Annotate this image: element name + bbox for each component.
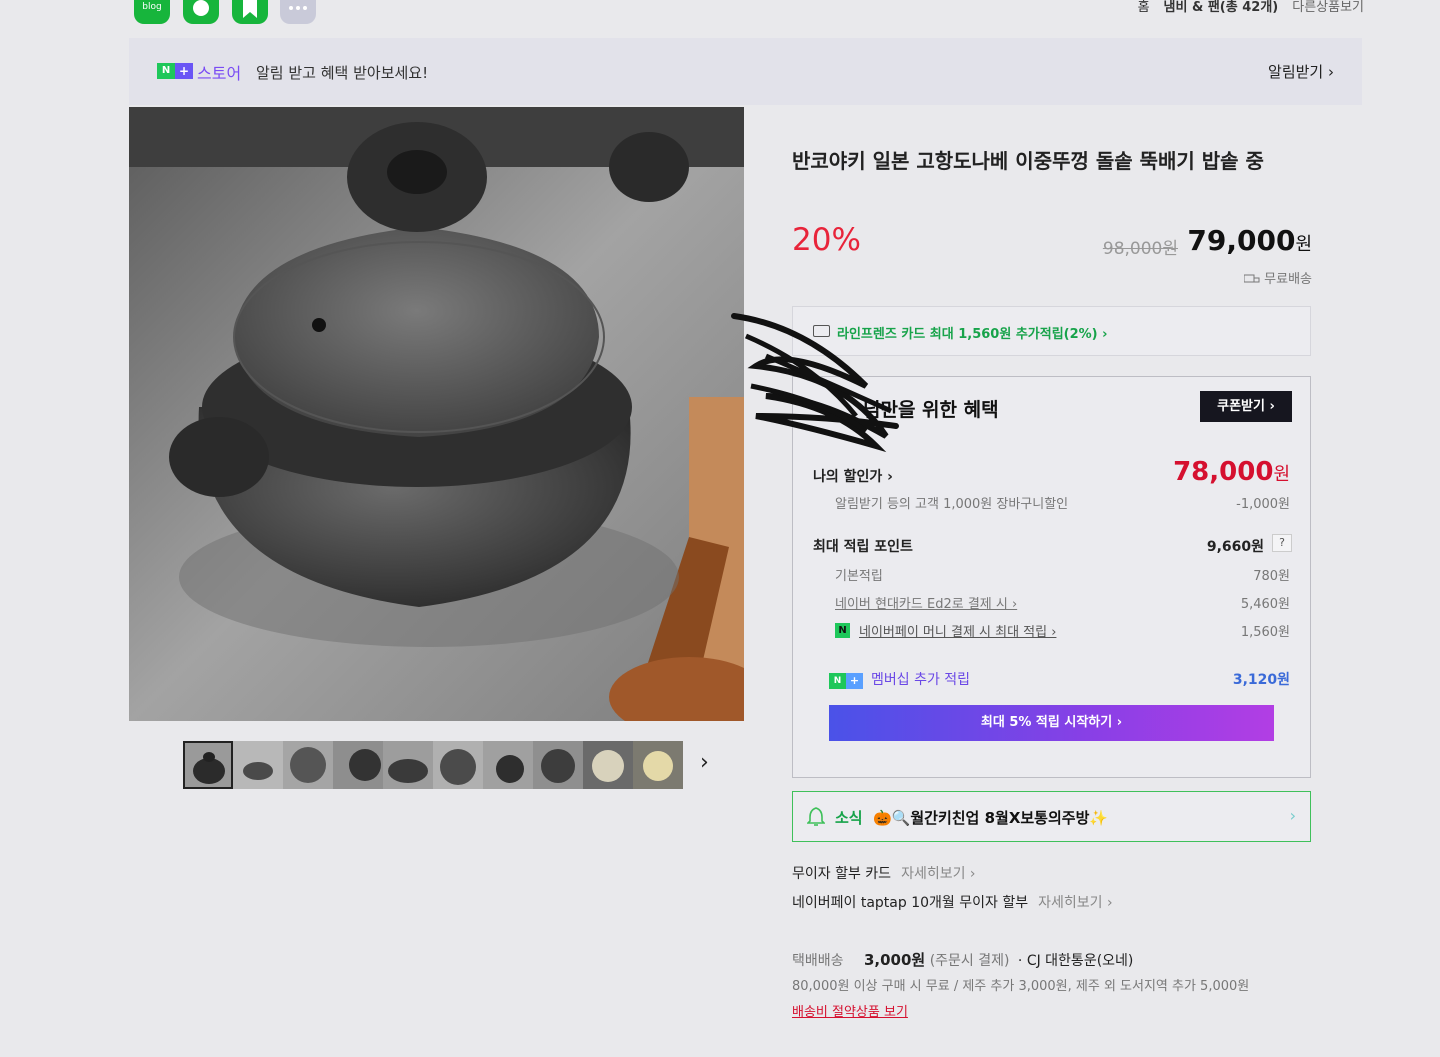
product-title: 반코야키 일본 고항도나베 이중뚜껑 돌솥 뚝배기 밥솥 중 xyxy=(792,149,1264,173)
clay-pot-image xyxy=(129,107,744,721)
sale-price-number: 79,000 xyxy=(1187,224,1296,257)
news-arrow-icon: › xyxy=(1289,806,1296,825)
membership-badge-plus: + xyxy=(846,673,863,689)
band-share-icon[interactable] xyxy=(183,0,219,24)
thumbnail-next-arrow[interactable]: › xyxy=(700,750,709,775)
installment-card-more-link[interactable]: 자세히보기 › xyxy=(901,866,975,882)
my-price-unit: 원 xyxy=(1273,464,1290,485)
delivery-carrier: · CJ 대한통운(오네) xyxy=(1017,953,1134,969)
delivery-row: 택배배송 3,000원 (주문시 결제) · CJ 대한통운(오네) xyxy=(792,949,1133,970)
other-products-link[interactable]: 다른상품보기 xyxy=(1292,0,1364,15)
installment-pay-more-link[interactable]: 자세히보기 › xyxy=(1038,895,1112,911)
installment-pay-label: 네이버페이 taptap 10개월 무이자 할부 xyxy=(792,895,1029,911)
thumbnail-item[interactable] xyxy=(483,741,533,789)
membership-points-value: 3,120원 xyxy=(1232,672,1290,688)
truck-icon xyxy=(1243,274,1260,283)
max-points-label: 최대 적립 포인트 xyxy=(813,539,913,555)
my-price-number: 78,000 xyxy=(1173,457,1274,487)
redaction-scribble xyxy=(731,313,899,453)
sale-price: 79,000원 xyxy=(1187,224,1312,257)
thumbnail-item[interactable] xyxy=(333,741,383,789)
card-points-value: 5,460원 xyxy=(1240,597,1290,612)
delivery-detail: 80,000원 이상 구매 시 무료 / 제주 추가 3,000원, 제주 외 … xyxy=(792,979,1250,994)
my-price-label[interactable]: 나의 할인가 › xyxy=(813,466,893,486)
band-icon xyxy=(193,0,209,16)
delivery-fee: 3,000원 xyxy=(863,951,926,969)
naver-plus-badge: N + xyxy=(157,63,193,79)
delivery-note: (주문시 결제) xyxy=(929,953,1010,969)
more-icon xyxy=(289,6,307,10)
free-shipping: 무료배송 xyxy=(1243,268,1312,287)
thumbnail-item[interactable] xyxy=(183,741,233,789)
more-share-icon[interactable] xyxy=(280,0,316,24)
blog-share-icon[interactable]: blog xyxy=(134,0,170,24)
breadcrumb: 홈 냄비 & 팬(총 42개) 다른상품보기 xyxy=(1138,0,1364,15)
thumbnail-strip xyxy=(183,741,683,789)
bookmark-icon xyxy=(243,0,257,18)
bell-icon xyxy=(807,807,825,826)
thumbnail-item[interactable] xyxy=(233,741,283,789)
installment-card-label: 무이자 할부 카드 xyxy=(792,866,892,882)
shipping-badge-label: 무료배송 xyxy=(1264,272,1312,287)
notice-message: 알림 받고 혜택 받아보세요! xyxy=(256,64,429,82)
news-text: 🎃🔍월간키친업 8월X보통의주방✨ xyxy=(873,809,1109,827)
coupon-button[interactable]: 쿠폰받기 › xyxy=(1200,391,1292,422)
news-label: 소식 xyxy=(835,809,863,827)
installment-card-row: 무이자 할부 카드 자세히보기 › xyxy=(792,863,976,883)
basic-points-value: 780원 xyxy=(1253,569,1290,584)
thumbnail-item[interactable] xyxy=(583,741,633,789)
points-help-icon[interactable]: ? xyxy=(1272,534,1292,552)
thumbnail-item[interactable] xyxy=(283,741,333,789)
product-main-image[interactable] xyxy=(129,107,744,721)
badge-plus: + xyxy=(175,63,193,79)
breadcrumb-home[interactable]: 홈 xyxy=(1138,0,1150,15)
membership-start-button[interactable]: 최대 5% 적립 시작하기 › xyxy=(829,705,1274,741)
membership-badge: N + xyxy=(829,673,863,689)
notification-banner: N + 스토어 알림 받고 혜택 받아보세요! 알림받기 › xyxy=(129,38,1362,105)
card-points-link[interactable]: 네이버 현대카드 Ed2로 결제 시 › xyxy=(835,593,1017,612)
naverpay-points-link[interactable]: 네이버페이 머니 결제 시 최대 적립 › xyxy=(859,621,1056,640)
news-banner[interactable]: 소식 🎃🔍월간키친업 8월X보통의주방✨ › xyxy=(792,791,1311,842)
bookmark-share-icon[interactable] xyxy=(232,0,268,24)
sale-price-unit: 원 xyxy=(1295,234,1312,255)
thumbnail-item[interactable] xyxy=(433,741,483,789)
thumbnail-item[interactable] xyxy=(533,741,583,789)
membership-badge-n: N xyxy=(829,673,846,689)
alarm-button[interactable]: 알림받기 › xyxy=(1268,61,1334,82)
discount-rate: 20% xyxy=(792,222,861,258)
basic-points-label: 기본적립 xyxy=(835,569,883,584)
membership-points-label: 멤버십 추가 적립 xyxy=(871,672,971,688)
blog-label: blog xyxy=(142,2,162,12)
max-points-value: 9,660원 xyxy=(1206,539,1264,555)
installment-pay-row: 네이버페이 taptap 10개월 무이자 할부 자세히보기 › xyxy=(792,892,1113,912)
naverpay-icon: N xyxy=(835,623,850,638)
breadcrumb-category[interactable]: 냄비 & 팬(총 42개) xyxy=(1164,0,1279,15)
thumbnail-item[interactable] xyxy=(633,741,683,789)
thumbnail-item[interactable] xyxy=(383,741,433,789)
original-price: 98,000원 xyxy=(1102,239,1178,259)
delivery-label: 택배배송 xyxy=(792,953,844,969)
badge-n: N xyxy=(157,63,175,79)
store-label: 스토어 xyxy=(197,64,242,83)
shipping-saving-link[interactable]: 배송비 절약상품 보기 xyxy=(792,1001,908,1020)
my-price: 78,000원 xyxy=(1173,457,1290,487)
naverpay-points-value: 1,560원 xyxy=(1240,625,1290,640)
discount-value: -1,000원 xyxy=(1236,497,1290,512)
discount-description: 알림받기 등의 고객 1,000원 장바구니할인 xyxy=(835,497,1069,512)
